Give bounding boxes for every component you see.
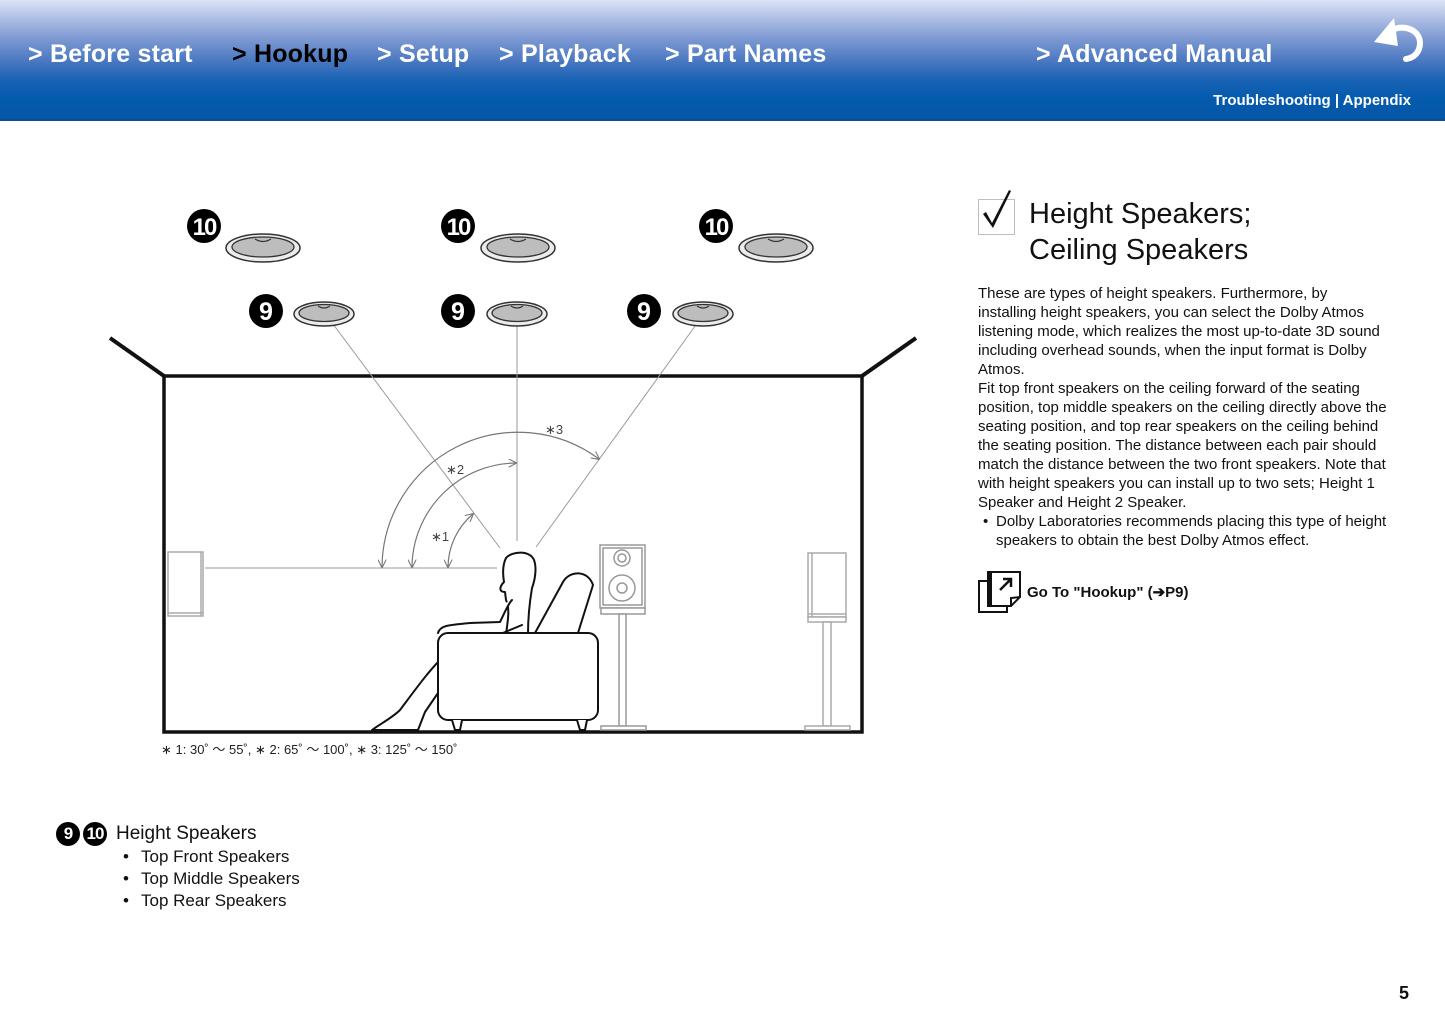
badge-9-rear-text: 9 — [259, 298, 273, 326]
badge-10-rear-text: 10 — [193, 214, 217, 241]
badge-10-front-text: 10 — [705, 214, 729, 241]
nav-setup[interactable]: > Setup — [377, 40, 469, 69]
paragraph: Fit top front speakers on the ceiling fo… — [978, 380, 1387, 511]
badge-9: 9 — [56, 822, 80, 846]
nav-before-start[interactable]: > Before start — [28, 40, 193, 69]
goto-link-text[interactable]: Go To "Hookup" (➔P9) — [1027, 583, 1189, 601]
speaker-placement-diagram: ∗1 ∗2 ∗3 10 10 10 9 9 9 — [108, 209, 918, 734]
goto-hookup-link[interactable]: Go To "Hookup" (➔P9) — [978, 570, 1189, 614]
badge-10: 10 — [83, 822, 107, 846]
legend-item: Top Front Speakers — [123, 846, 300, 868]
sub-links: Troubleshooting | Appendix — [1213, 92, 1411, 109]
link-appendix[interactable]: Appendix — [1343, 92, 1411, 109]
arc-angle-2 — [412, 463, 516, 567]
legend-item: Top Rear Speakers — [123, 890, 300, 912]
link-troubleshooting[interactable]: Troubleshooting — [1213, 92, 1331, 109]
nav-advanced-manual[interactable]: > Advanced Manual — [1036, 40, 1273, 69]
nav-playback[interactable]: > Playback — [499, 40, 631, 69]
angle-footnote: ∗ 1: 30˚ 〜 55˚, ∗ 2: 65˚ 〜 100˚, ∗ 3: 12… — [161, 742, 458, 757]
arc-angle-1 — [448, 514, 473, 567]
sight-lines — [205, 319, 699, 569]
page-link-icon — [978, 571, 1021, 613]
badge-10-middle-text: 10 — [447, 214, 471, 241]
title-line-1: Height Speakers; — [1029, 198, 1252, 230]
ceiling-speaker-10-rear — [225, 233, 301, 263]
header-bar: > Before start > Hookup > Setup > Playba… — [0, 0, 1445, 121]
title-line-2: Ceiling Speakers — [1029, 234, 1249, 266]
bullet-note: Dolby Laboratories recommends placing th… — [978, 512, 1388, 550]
badge-9-front-text: 9 — [637, 298, 651, 326]
ceiling-speaker-9-front — [672, 301, 734, 327]
angle-label-3: ∗3 — [545, 422, 563, 437]
front-speaker-on-stand — [599, 544, 647, 731]
legend: 9 10 Height Speakers Top Front Speakers … — [56, 820, 300, 912]
link-separator: | — [1330, 92, 1343, 109]
angle-label-2: ∗2 — [446, 462, 464, 477]
page-number: 5 — [1399, 983, 1410, 1003]
checkmark-box-icon — [978, 190, 1015, 235]
back-arrow-icon — [1374, 18, 1424, 62]
badge-9-middle-text: 9 — [451, 298, 465, 326]
listener-on-sofa — [371, 551, 599, 731]
legend-item: Top Middle Speakers — [123, 868, 300, 890]
ceiling-speaker-10-middle — [480, 233, 556, 263]
nav-hookup[interactable]: > Hookup — [232, 40, 348, 69]
paragraph: These are types of height speakers. Furt… — [978, 285, 1380, 378]
rear-wall-speaker — [167, 551, 204, 617]
ceiling-speaker-10-front — [738, 233, 814, 263]
section-title: Height Speakers; Ceiling Speakers — [1029, 196, 1251, 268]
far-speaker-on-stand — [804, 552, 851, 731]
ceiling-speaker-9-rear — [293, 301, 355, 327]
nav-part-names[interactable]: > Part Names — [665, 40, 827, 69]
back-button[interactable] — [1370, 16, 1424, 64]
legend-title: Height Speakers — [116, 823, 257, 844]
ceiling-speaker-9-middle — [486, 301, 548, 327]
angle-label-1: ∗1 — [431, 529, 449, 544]
legend-list: Top Front Speakers Top Middle Speakers T… — [123, 846, 300, 912]
section-body: These are types of height speakers. Furt… — [978, 284, 1388, 550]
angle-arcs — [382, 431, 599, 567]
